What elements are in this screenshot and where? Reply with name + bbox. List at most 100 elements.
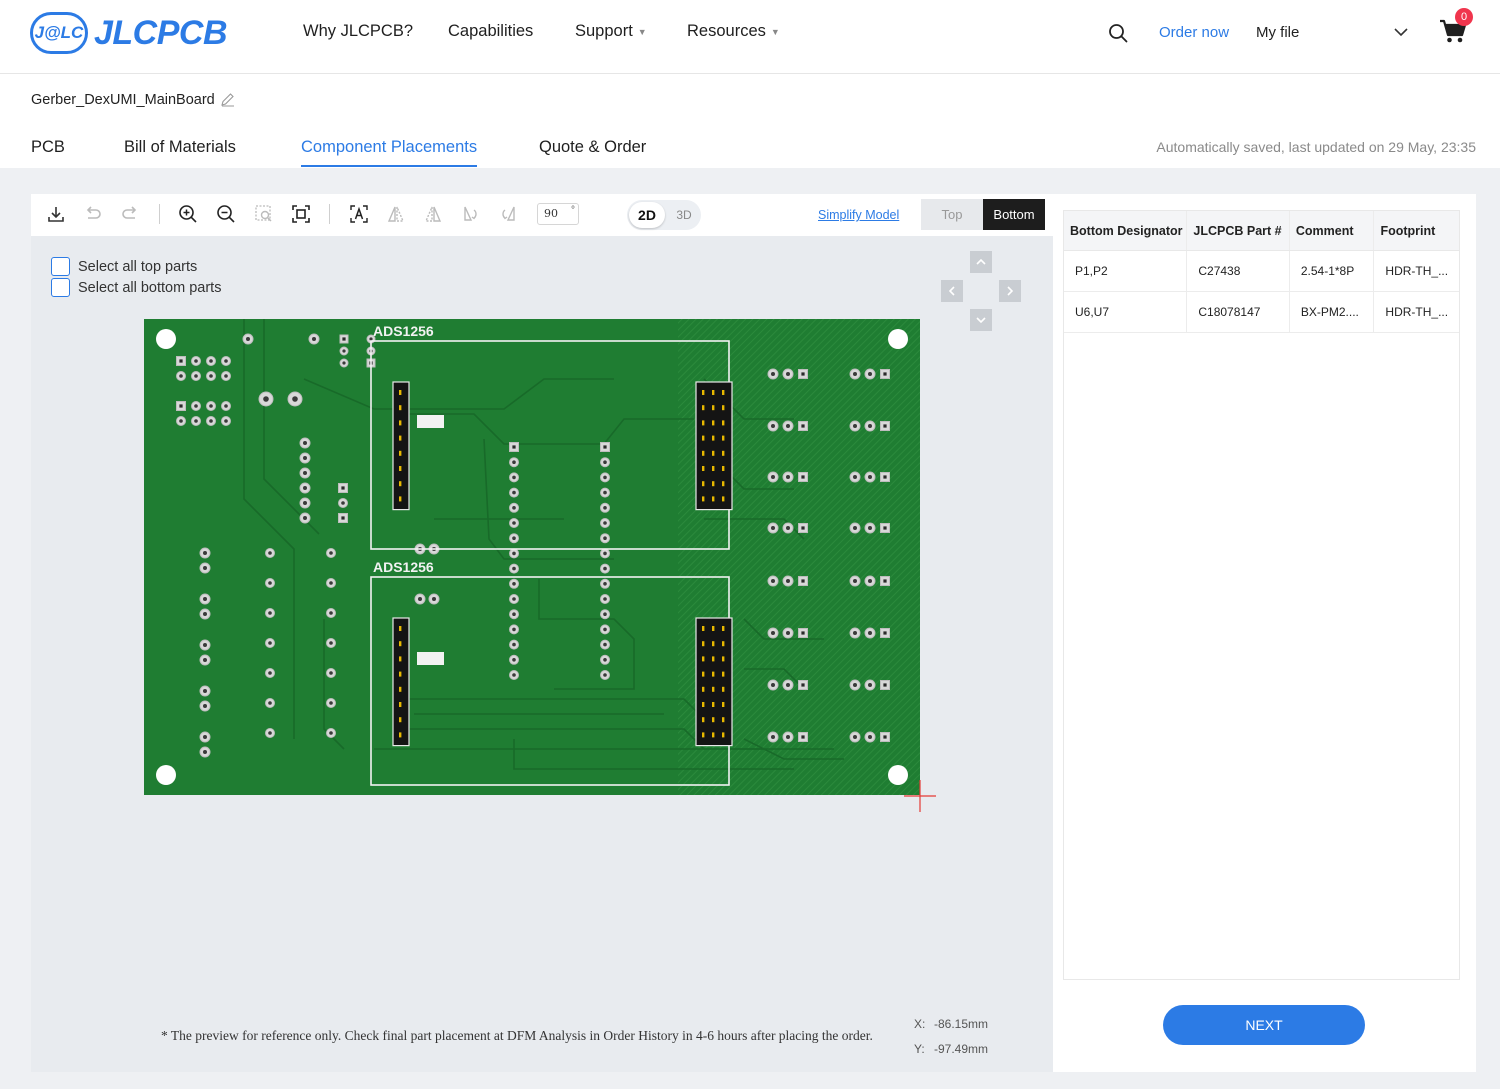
select-bottom-parts[interactable]: Select all bottom parts [51, 278, 221, 297]
pan-up-button[interactable] [970, 251, 992, 273]
pad-hole [512, 536, 516, 540]
tab-component-placements[interactable]: Component Placements [301, 138, 478, 167]
header-pin [722, 686, 725, 692]
pad-hole [512, 445, 516, 449]
tab-bill-of-materials[interactable]: Bill of Materials [124, 138, 236, 165]
pad-hole [771, 526, 775, 530]
header-pin [722, 420, 725, 426]
side-bottom-button[interactable]: Bottom [983, 199, 1045, 230]
pad-hole [512, 642, 516, 647]
nav-resources[interactable]: Resources ▼ [687, 22, 780, 41]
header-pin [702, 496, 705, 502]
header-pin [399, 496, 402, 502]
rotate-clockwise-icon[interactable] [461, 204, 481, 224]
redo-icon[interactable] [120, 204, 140, 224]
select-top-checkbox[interactable] [51, 257, 70, 276]
side-top-button[interactable]: Top [921, 199, 983, 230]
view-3d-button[interactable]: 3D [669, 202, 699, 228]
tab-pcb[interactable]: PCB [31, 138, 65, 165]
header-pin [722, 466, 725, 471]
table-row[interactable]: U6,U7 C18078147 BX-PM2.... HDR-TH_... [1064, 292, 1459, 333]
search-icon[interactable] [1108, 23, 1128, 43]
pad-hole [853, 372, 857, 376]
logo-text: JLCPCB [94, 13, 228, 52]
flip-vertical-icon[interactable] [423, 204, 443, 224]
nav-label: Support [575, 22, 633, 40]
pad-hole [883, 424, 887, 428]
nav-support[interactable]: Support ▼ [575, 22, 647, 41]
pad-hole [203, 597, 207, 601]
pad-hole [329, 641, 333, 645]
pad-hole [194, 419, 198, 423]
zoom-in-icon[interactable] [178, 204, 198, 224]
pad-hole [341, 501, 345, 505]
pad-hole [341, 516, 345, 520]
pad-hole [603, 445, 607, 449]
nav-capabilities[interactable]: Capabilities [448, 22, 533, 41]
top-nav: J@LC JLCPCB Why JLCPCB? Capabilities Sup… [0, 0, 1500, 74]
jlcpcb-logo[interactable]: J@LC JLCPCB [30, 12, 228, 54]
pad-hole [268, 641, 272, 645]
part-number-cell: C18078147 [1187, 292, 1290, 332]
pad-hole [512, 506, 516, 510]
pad-hole [868, 424, 872, 428]
zoom-out-icon[interactable] [216, 204, 236, 224]
table-row[interactable]: P1,P2 C27438 2.54-1*8P HDR-TH_... [1064, 251, 1459, 292]
header-pin [702, 717, 705, 723]
undo-icon[interactable] [83, 204, 103, 224]
header-pin [702, 481, 705, 487]
next-button[interactable]: NEXT [1163, 1005, 1365, 1045]
pad-hole [786, 683, 790, 687]
caret-down-icon: ▼ [637, 26, 647, 37]
pad-hole [853, 683, 857, 687]
header-pin [722, 641, 725, 647]
pad-hole [603, 642, 607, 647]
header-pin [712, 435, 715, 441]
simplify-model-link[interactable]: Simplify Model [818, 208, 899, 222]
download-icon[interactable] [46, 204, 66, 224]
pad-hole [303, 456, 307, 460]
chevron-down-icon[interactable] [1393, 26, 1409, 38]
nav-label: Why JLCPCB? [303, 22, 414, 40]
pad-hole [603, 582, 607, 586]
select-bottom-checkbox[interactable] [51, 278, 70, 297]
pad-hole [786, 579, 790, 583]
rotation-unit: ° [571, 205, 575, 216]
origin-marker-icon [904, 780, 936, 812]
pan-down-button[interactable] [970, 309, 992, 331]
text-select-icon[interactable] [349, 204, 369, 224]
edit-icon[interactable] [220, 92, 235, 107]
rotate-counterclockwise-icon[interactable] [498, 204, 518, 224]
pad-hole [329, 731, 333, 735]
my-file-menu[interactable]: My file [1256, 24, 1299, 41]
header-pin [702, 435, 705, 441]
table-header: Bottom Designator JLCPCB Part # Comment … [1064, 210, 1459, 251]
pad-hole [801, 631, 805, 635]
order-now-link[interactable]: Order now [1159, 24, 1229, 41]
view-2d-button[interactable]: 2D [629, 202, 665, 228]
select-top-parts[interactable]: Select all top parts [51, 257, 197, 276]
pan-right-button[interactable] [999, 280, 1021, 302]
fit-view-icon[interactable] [291, 204, 311, 224]
pan-left-button[interactable] [941, 280, 963, 302]
pcb-board[interactable]: ADS1256 ADS1256 [144, 319, 920, 795]
header-pin [712, 405, 715, 411]
pad-hole [224, 404, 228, 408]
pad-hole [801, 424, 805, 428]
flip-horizontal-icon[interactable] [386, 204, 406, 224]
header-pin [702, 641, 705, 647]
header-p1 [392, 381, 410, 511]
pad-hole [268, 611, 272, 615]
chevron-right-icon [1007, 286, 1014, 296]
pad-hole [868, 579, 872, 583]
pad-hole [853, 475, 857, 479]
nav-why-jlcpcb[interactable]: Why JLCPCB? [303, 22, 413, 41]
pad-hole [194, 404, 198, 408]
header-pin [722, 390, 725, 395]
tab-quote-order[interactable]: Quote & Order [539, 138, 646, 165]
header-pin [722, 481, 725, 487]
header-pin [722, 405, 725, 411]
zoom-area-icon[interactable] [254, 204, 274, 224]
select-bottom-label: Select all bottom parts [78, 279, 222, 296]
pad-hole [179, 359, 183, 363]
